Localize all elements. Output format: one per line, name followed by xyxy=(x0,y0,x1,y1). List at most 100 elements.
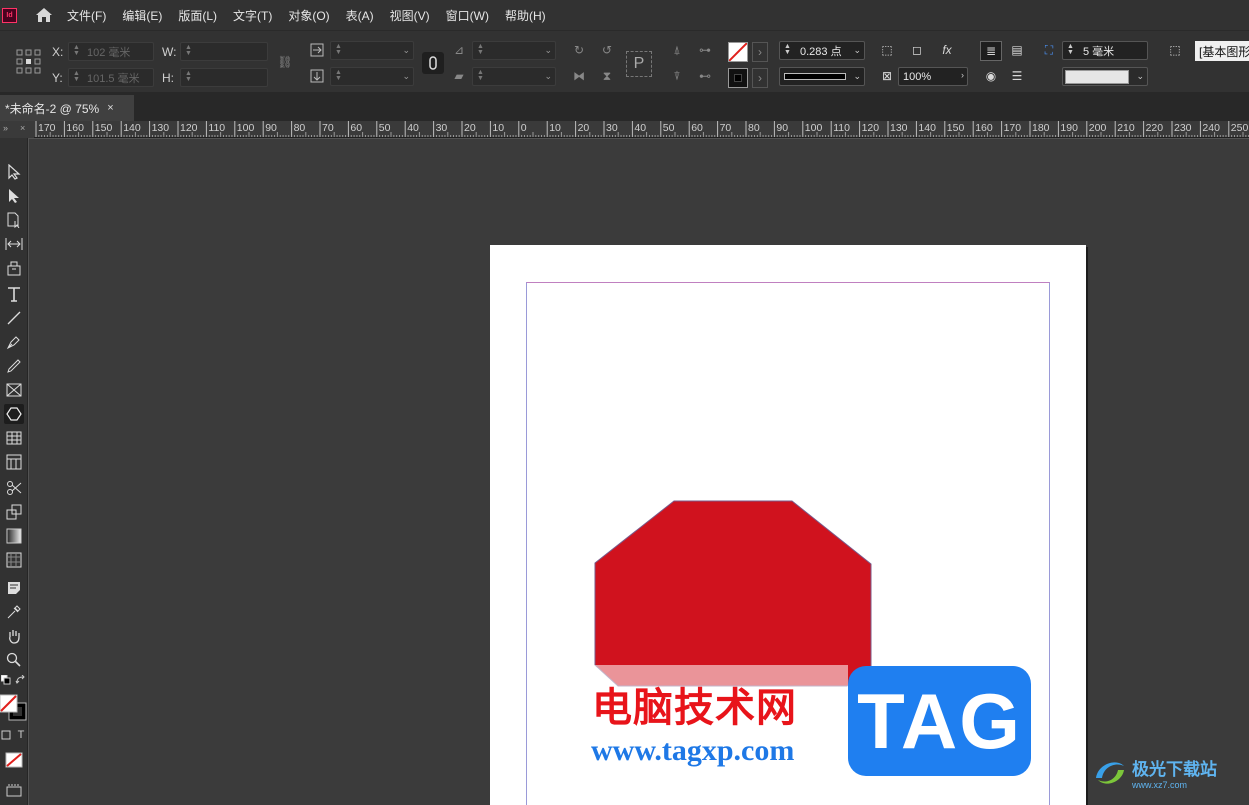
line-tool-icon[interactable] xyxy=(4,308,24,328)
home-icon[interactable] xyxy=(33,4,55,26)
select-next-icon[interactable]: ⊶ xyxy=(694,41,716,59)
frame-fitting-icon[interactable]: ⬚ xyxy=(878,41,896,59)
eyedropper-tool-icon[interactable] xyxy=(4,602,24,622)
menu-item[interactable]: 窗口(W) xyxy=(446,7,489,24)
fill-stroke-icon[interactable] xyxy=(0,694,28,722)
ruler-label: 240 xyxy=(1202,122,1220,134)
stroke-type-field[interactable]: ⌄ xyxy=(779,67,865,86)
scale-y-field[interactable]: ▲ ▼ ⌄ xyxy=(330,67,414,86)
opacity-value: 100% xyxy=(903,70,932,83)
pen-tool-icon[interactable] xyxy=(4,332,24,352)
h-field[interactable]: ▲ ▼ xyxy=(180,68,268,87)
rotate-ccw-icon[interactable]: ↺ xyxy=(598,41,616,59)
text-wrap-shape-icon[interactable]: ◉ xyxy=(980,67,1002,85)
ruler-label: 20 xyxy=(577,122,590,134)
note-tool-icon[interactable] xyxy=(4,578,24,598)
polygon-tool-icon[interactable] xyxy=(4,404,24,424)
scale-x-field[interactable]: ▲ ▼ ⌄ xyxy=(330,41,414,60)
reference-point-icon[interactable] xyxy=(16,49,42,80)
fill-swatch[interactable] xyxy=(728,42,748,62)
menu-items: 文件(F) 编辑(E) 版面(L) 文字(T) 对象(O) 表(A) 视图(V) 窗口(W) 帮… xyxy=(67,7,562,24)
scissors-tool-icon[interactable] xyxy=(4,478,24,498)
opacity-field[interactable]: 100% › xyxy=(898,67,968,86)
type-tool-icon[interactable] xyxy=(4,284,24,304)
column-tool-icon[interactable] xyxy=(4,452,24,472)
watermark-tag-badge: TAG xyxy=(848,666,1031,776)
x-field[interactable]: ▲ ▼ 102 毫米 xyxy=(68,42,154,61)
ruler-label: 150 xyxy=(94,122,113,134)
shear-angle-field[interactable]: ▲ ▼ ⌄ xyxy=(472,67,556,86)
formatting-text-icon[interactable]: T xyxy=(14,728,28,742)
gradient-feather-tool-icon[interactable] xyxy=(4,550,24,570)
y-field[interactable]: ▲ ▼ 101.5 毫米 xyxy=(68,68,154,87)
screen-mode-icon[interactable] xyxy=(4,780,24,800)
document-tab[interactable]: *未命名-2 @ 75% × xyxy=(0,95,134,121)
scale-y-icon xyxy=(308,67,326,85)
link-scale-icon[interactable] xyxy=(422,52,444,74)
stroke-swatch[interactable] xyxy=(728,68,748,88)
stroke-weight-field[interactable]: ▲ ▼ 0.283 点 ⌄ xyxy=(779,41,865,60)
ruler-label: 120 xyxy=(861,122,880,134)
ruler-corner[interactable]: » × xyxy=(0,121,34,138)
ruler-label: 70 xyxy=(322,122,334,134)
direct-selection-tool-icon[interactable] xyxy=(4,186,24,206)
swirl-logo-icon xyxy=(1096,762,1124,784)
menu-item[interactable]: 编辑(E) xyxy=(122,7,162,24)
constrain-proportions-icon[interactable]: ⛓ xyxy=(276,53,294,71)
rotate-cw-icon[interactable]: ↻ xyxy=(570,41,588,59)
ruler-label: 180 xyxy=(1032,122,1050,134)
ruler-label: 130 xyxy=(151,122,170,134)
menu-item[interactable]: 对象(O) xyxy=(288,7,329,24)
effects-icon[interactable]: fx xyxy=(938,41,956,59)
flip-vertical-icon[interactable]: ⧗ xyxy=(598,67,616,85)
ruler-label: 40 xyxy=(634,122,647,134)
ruler-label: 170 xyxy=(1003,122,1022,134)
drop-shadow-icon[interactable]: ◻ xyxy=(908,41,926,59)
horizontal-ruler[interactable]: 170 160 150 140 130 120 110 100 90 80 70 60 50 40 30 20… xyxy=(34,121,1249,138)
content-collector-tool-icon[interactable] xyxy=(4,258,24,278)
close-tab-icon[interactable]: × xyxy=(107,102,113,114)
gradient-swatch-tool-icon[interactable] xyxy=(4,526,24,546)
p-reference-icon: P xyxy=(626,51,652,77)
gap-field[interactable]: ▲ ▼ 5 毫米 xyxy=(1062,41,1148,60)
zoom-tool-icon[interactable] xyxy=(4,650,24,670)
free-transform-tool-icon[interactable] xyxy=(4,502,24,522)
object-style-select[interactable]: ⌄ xyxy=(1062,67,1148,86)
selection-tool-icon[interactable] xyxy=(4,162,24,182)
text-wrap-jump-icon[interactable]: ☰ xyxy=(1008,67,1026,85)
object-style-icon: ⬚ xyxy=(1169,43,1181,57)
menu-item[interactable]: 视图(V) xyxy=(390,7,430,24)
watermark-url-text: www.tagxp.com xyxy=(591,734,795,767)
w-field[interactable]: ▲ ▼ xyxy=(180,42,268,61)
rectangle-frame-tool-icon[interactable] xyxy=(4,380,24,400)
select-content-icon[interactable]: ⍒ xyxy=(668,67,686,85)
page-tool-icon[interactable] xyxy=(4,210,24,230)
fill-menu-icon[interactable]: › xyxy=(752,42,768,62)
object-style-name[interactable]: [基本图形 xyxy=(1195,41,1249,61)
rotate-angle-field[interactable]: ▲ ▼ ⌄ xyxy=(472,41,556,60)
ruler-label: 210 xyxy=(1117,122,1135,134)
select-container-icon[interactable]: ⍋ xyxy=(668,41,686,59)
menu-item[interactable]: 版面(L) xyxy=(178,7,217,24)
select-previous-icon[interactable]: ⊷ xyxy=(694,67,716,85)
text-wrap-bbox-icon[interactable]: ▤ xyxy=(1008,41,1026,59)
hand-tool-icon[interactable] xyxy=(4,626,24,646)
pencil-tool-icon[interactable] xyxy=(4,356,24,376)
gap-tool-icon[interactable] xyxy=(4,234,24,254)
menu-item[interactable]: 帮助(H) xyxy=(505,7,546,24)
menu-item[interactable]: 表(A) xyxy=(346,7,374,24)
text-wrap-none-icon[interactable]: ≣ xyxy=(980,41,1002,61)
swap-colors-icon[interactable] xyxy=(14,674,28,688)
scale-x-icon xyxy=(308,41,326,59)
menu-item[interactable]: 文字(T) xyxy=(233,7,272,24)
menu-item[interactable]: 文件(F) xyxy=(67,7,106,24)
ruler-label: 30 xyxy=(435,122,448,134)
formatting-container-icon[interactable] xyxy=(0,728,12,742)
apply-none-icon[interactable] xyxy=(4,750,24,770)
default-colors-icon[interactable] xyxy=(0,674,12,686)
table-tool-icon[interactable] xyxy=(4,428,24,448)
stroke-menu-icon[interactable]: › xyxy=(752,68,768,88)
ruler-label: 80 xyxy=(748,122,760,134)
flip-horizontal-icon[interactable]: ⧓ xyxy=(570,67,588,85)
x-value: 102 毫米 xyxy=(87,46,131,59)
